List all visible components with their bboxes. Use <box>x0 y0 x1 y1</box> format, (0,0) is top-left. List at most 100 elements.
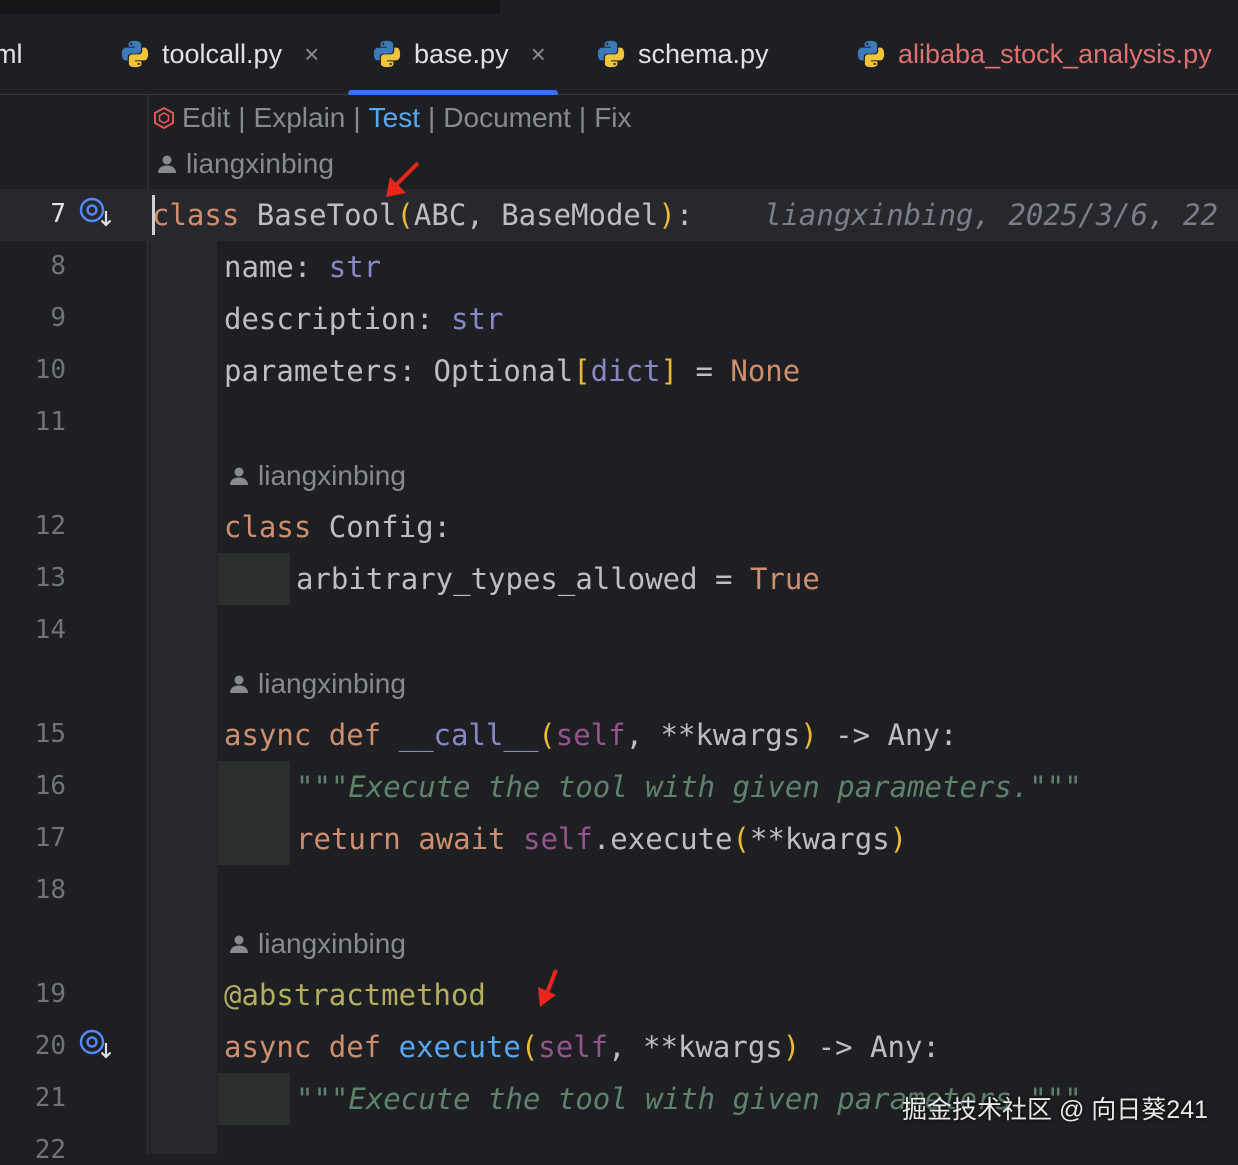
params: , **kwargs <box>625 718 801 752</box>
gutter-separator <box>147 95 149 1154</box>
ai-action-fix[interactable]: Fix <box>594 102 631 134</box>
tab-base[interactable]: base.py × <box>348 14 558 96</box>
person-icon <box>230 467 248 485</box>
close-icon[interactable]: × <box>304 39 319 70</box>
code-line-15[interactable]: async def __call__(self, **kwargs) -> An… <box>224 709 957 761</box>
attribute: description: <box>224 302 451 336</box>
author-name: liangxinbing <box>258 460 406 491</box>
params: , **kwargs <box>608 1030 783 1064</box>
line-number: 8 <box>50 251 66 281</box>
code-line-20[interactable]: async def execute(self, **kwargs) -> Any… <box>224 1021 940 1073</box>
line-number: 18 <box>34 875 66 905</box>
git-blame-annotation: liangxinbing, 2025/3/6, 22 <box>764 198 1218 232</box>
person-icon <box>158 155 176 173</box>
author-inlay[interactable]: liangxinbing <box>228 921 406 967</box>
python-file-icon <box>597 40 625 68</box>
toolbar-remnant <box>0 0 500 14</box>
builtin-type: str <box>328 250 382 284</box>
python-file-icon <box>121 40 149 68</box>
args: **kwargs <box>749 822 890 856</box>
author-name: liangxinbing <box>186 148 334 179</box>
code-line-8[interactable]: name: str <box>224 241 381 293</box>
line-number: 12 <box>34 511 66 541</box>
class-name: Config: <box>311 510 451 544</box>
paren: ) <box>889 822 908 856</box>
code-line-9[interactable]: description: str <box>224 293 503 345</box>
author-inlay[interactable]: liangxinbing <box>228 661 406 707</box>
author-name: liangxinbing <box>258 928 406 959</box>
keyword: async def <box>224 1030 399 1064</box>
implemented-by-icon[interactable] <box>78 195 114 229</box>
keyword: class <box>152 198 240 232</box>
keyword: True <box>749 562 820 596</box>
ai-action-test[interactable]: Test <box>369 102 420 134</box>
bracket: ] <box>660 354 678 388</box>
implemented-by-icon[interactable] <box>78 1027 114 1061</box>
self-param: self <box>538 1030 609 1064</box>
keyword: return await <box>296 822 523 856</box>
python-file-icon <box>373 40 401 68</box>
keyword: async def <box>224 718 399 752</box>
action-separator: | <box>578 102 587 133</box>
self-ref: self <box>522 822 593 856</box>
author-name: liangxinbing <box>258 668 406 699</box>
indent-guide <box>218 1073 290 1125</box>
ai-action-edit[interactable]: Edit <box>182 102 230 134</box>
operator: = <box>677 354 731 388</box>
code-line-10[interactable]: parameters: Optional[dict] = None <box>224 345 800 397</box>
self-param: self <box>555 718 626 752</box>
annotation-arrow-icon <box>386 161 420 197</box>
tab-schema[interactable]: schema.py <box>596 14 769 94</box>
watermark: 掘金技术社区 @ 向日葵241 <box>902 1096 1208 1124</box>
line-number: 15 <box>34 719 66 749</box>
code-line-13[interactable]: arbitrary_types_allowed = True <box>296 553 820 605</box>
action-separator: | <box>353 102 361 133</box>
line-number: 13 <box>34 563 66 593</box>
attribute: arbitrary_types_allowed = <box>296 562 750 596</box>
close-icon[interactable]: × <box>531 39 546 70</box>
keyword: class <box>224 510 312 544</box>
attribute: parameters: Optional <box>224 354 574 388</box>
ai-assistant-icon <box>154 106 174 130</box>
person-icon <box>230 935 248 953</box>
tab-label: toolcall.py <box>162 38 283 69</box>
keyword: None <box>730 354 801 388</box>
line-number: 22 <box>34 1135 66 1165</box>
author-inlay[interactable]: liangxinbing <box>156 141 334 187</box>
line-number: 17 <box>34 823 66 853</box>
tab-label: base.py <box>414 38 509 69</box>
line-number: 9 <box>50 303 66 333</box>
indent-guide <box>218 553 290 605</box>
line-number: 7 <box>50 199 66 229</box>
ai-action-explain[interactable]: Explain <box>254 102 346 134</box>
class-name: BaseTool <box>239 198 397 232</box>
colon: : <box>675 198 694 232</box>
code-editor[interactable]: Edit | Explain | Test | Document | Fix l… <box>0 95 1238 1165</box>
base-classes: ABC, BaseModel <box>413 198 659 232</box>
dunder-method: __call__ <box>398 718 539 752</box>
editor-tab-bar: ml toolcall.py × base.py × schema.py ali… <box>0 14 1238 96</box>
tab-toolcall[interactable]: toolcall.py × <box>120 14 319 94</box>
action-separator: | <box>428 102 436 133</box>
line-number: 20 <box>34 1031 66 1061</box>
indent-guide <box>218 761 290 865</box>
attribute: name: <box>224 250 329 284</box>
tab-alibaba-stock-analysis[interactable]: alibaba_stock_analysis.py <box>856 14 1212 94</box>
paren: ) <box>782 1030 801 1064</box>
ai-action-document[interactable]: Document <box>443 102 571 134</box>
indent-guide <box>151 241 217 1154</box>
builtin-type: str <box>450 302 504 336</box>
paren: ) <box>800 718 818 752</box>
tab-label: ml <box>0 38 23 69</box>
code-line-17[interactable]: return await self.execute(**kwargs) <box>296 813 907 865</box>
code-line-19[interactable]: @abstractmethod <box>224 969 486 1021</box>
tab-partial[interactable]: ml <box>0 14 23 94</box>
window-top-strip <box>0 0 1238 19</box>
code-line-12[interactable]: class Config: <box>224 501 451 553</box>
line-number: 10 <box>34 355 66 385</box>
bracket: [ <box>573 354 591 388</box>
code-line-16[interactable]: """Execute the tool with given parameter… <box>296 761 1082 813</box>
paren: ( <box>538 718 556 752</box>
author-inlay[interactable]: liangxinbing <box>228 453 406 499</box>
method-call: .execute <box>592 822 733 856</box>
